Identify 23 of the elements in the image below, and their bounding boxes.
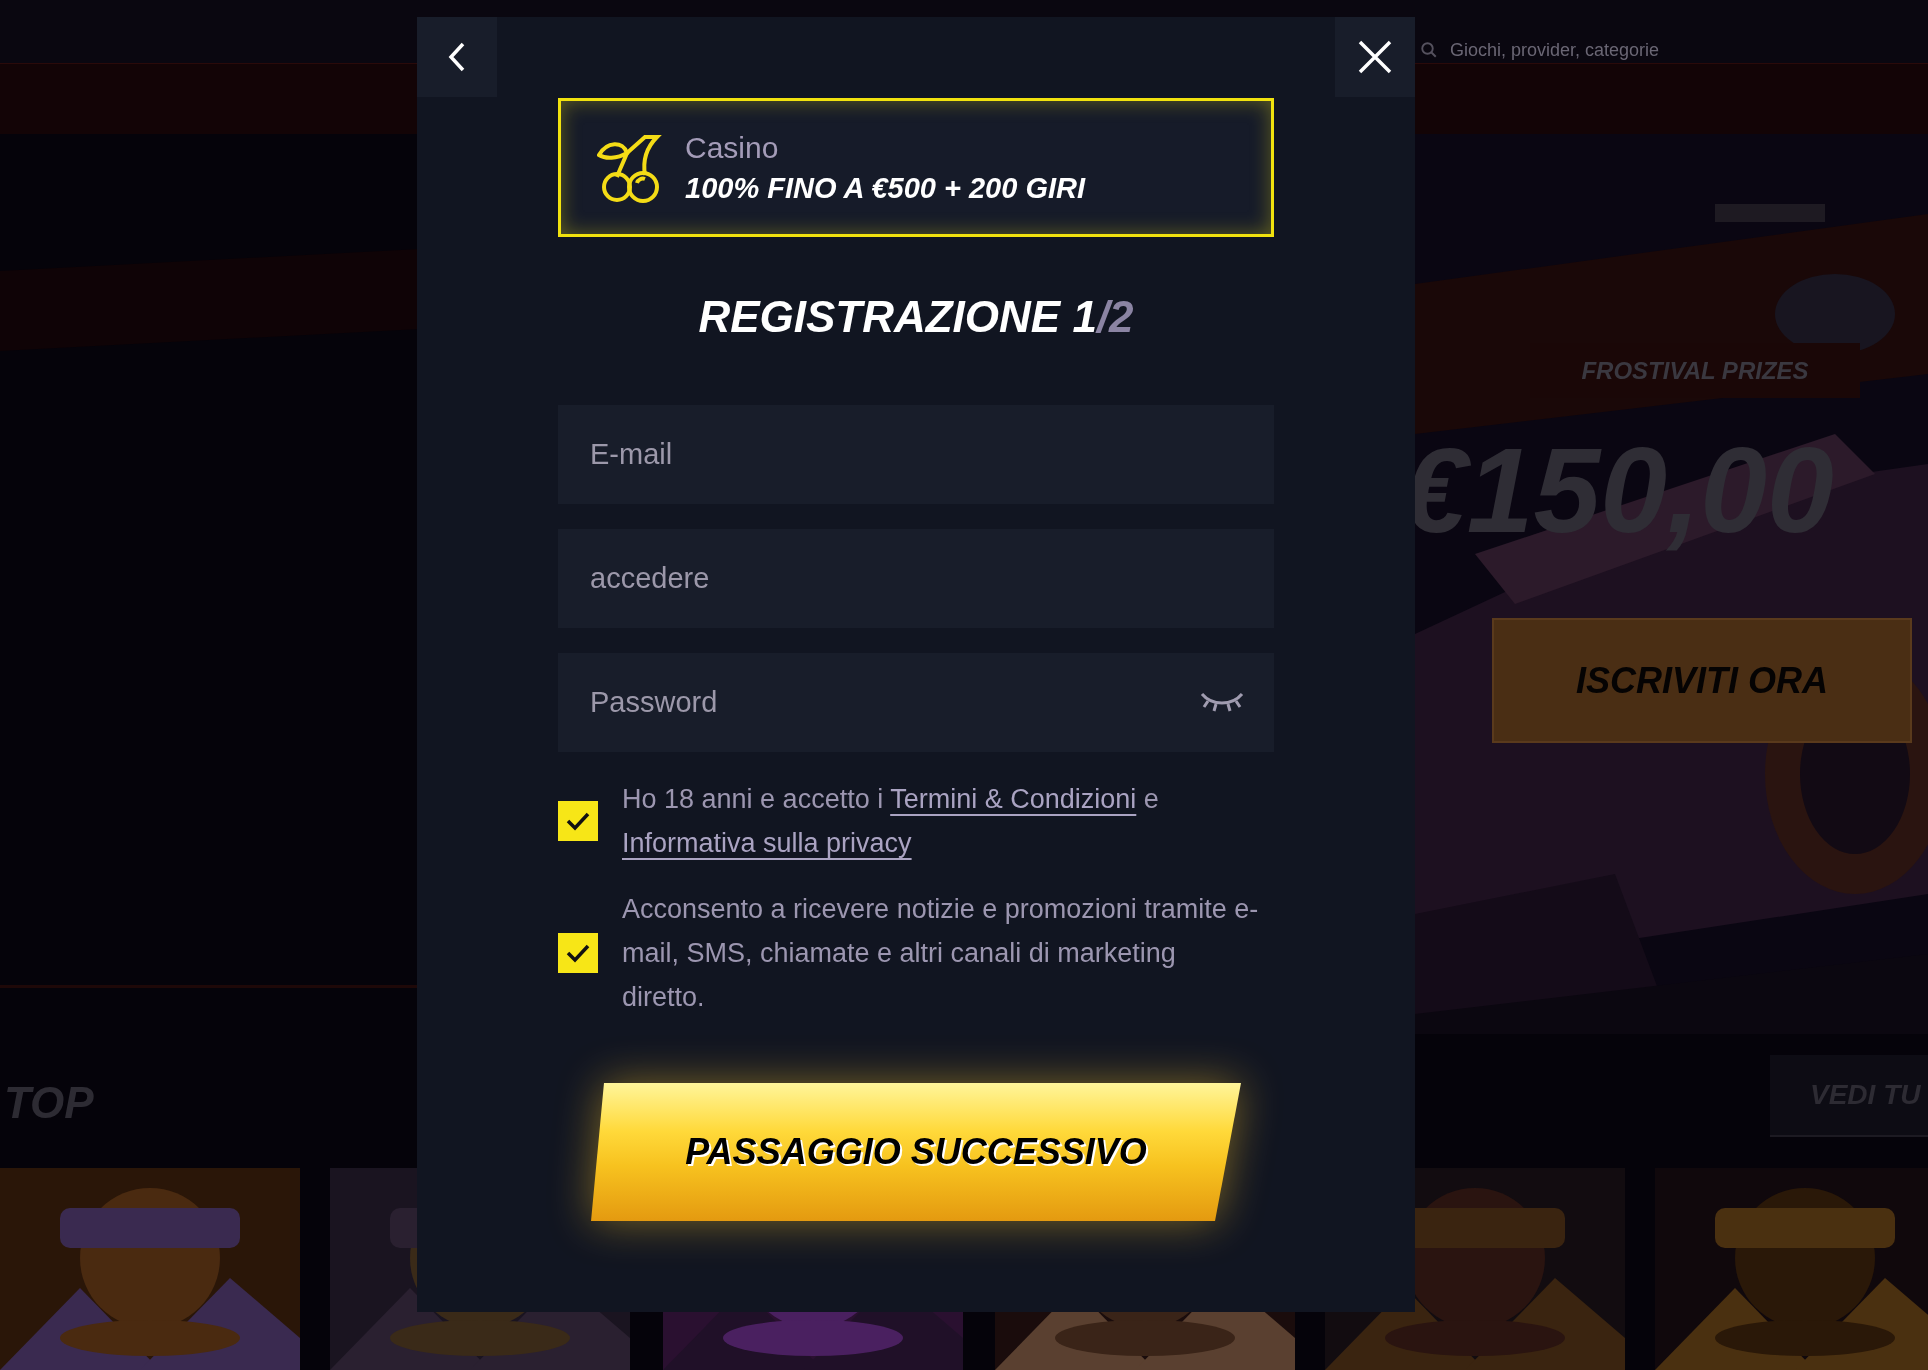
checkbox[interactable]: [558, 801, 598, 841]
check-icon: [566, 943, 590, 963]
close-button[interactable]: [1335, 17, 1415, 97]
search-icon: [1420, 41, 1438, 59]
input-field[interactable]: E-mail: [558, 405, 1274, 504]
input-field[interactable]: accedere: [558, 529, 1274, 628]
next-step-button[interactable]: PASSAGGIO SUCCESSIVO: [591, 1083, 1241, 1221]
eye-closed-icon[interactable]: [1200, 690, 1244, 714]
back-icon: [447, 41, 467, 73]
close-icon: [1357, 39, 1393, 75]
password-field[interactable]: Password: [558, 653, 1274, 752]
consent-text: Ho 18 anni e accetto i Termini & Condizioni e Informativa sulla privacy: [622, 783, 1160, 860]
cherries-icon: [597, 132, 663, 203]
consent-text: Acconsento a ricevere notizie e promozioni tramite e-mail, SMS, chiamate e altri canali di marketing diretto.: [622, 893, 1260, 1014]
checkbox[interactable]: [558, 933, 598, 973]
search-field[interactable]: Giochi, provider, categorie: [1450, 40, 1660, 60]
bonus-offer: 100% FINO A €500 + 200 GIRI: [685, 170, 1086, 205]
back-button[interactable]: [417, 17, 497, 97]
terms-link[interactable]: Termini & Condizioni: [890, 784, 1137, 814]
terms-link[interactable]: Informativa sulla privacy: [622, 828, 912, 858]
check-icon: [566, 811, 590, 831]
bonus-category: Casino: [685, 130, 780, 165]
heading: REGISTRAZIONE 1/2: [698, 292, 1134, 342]
